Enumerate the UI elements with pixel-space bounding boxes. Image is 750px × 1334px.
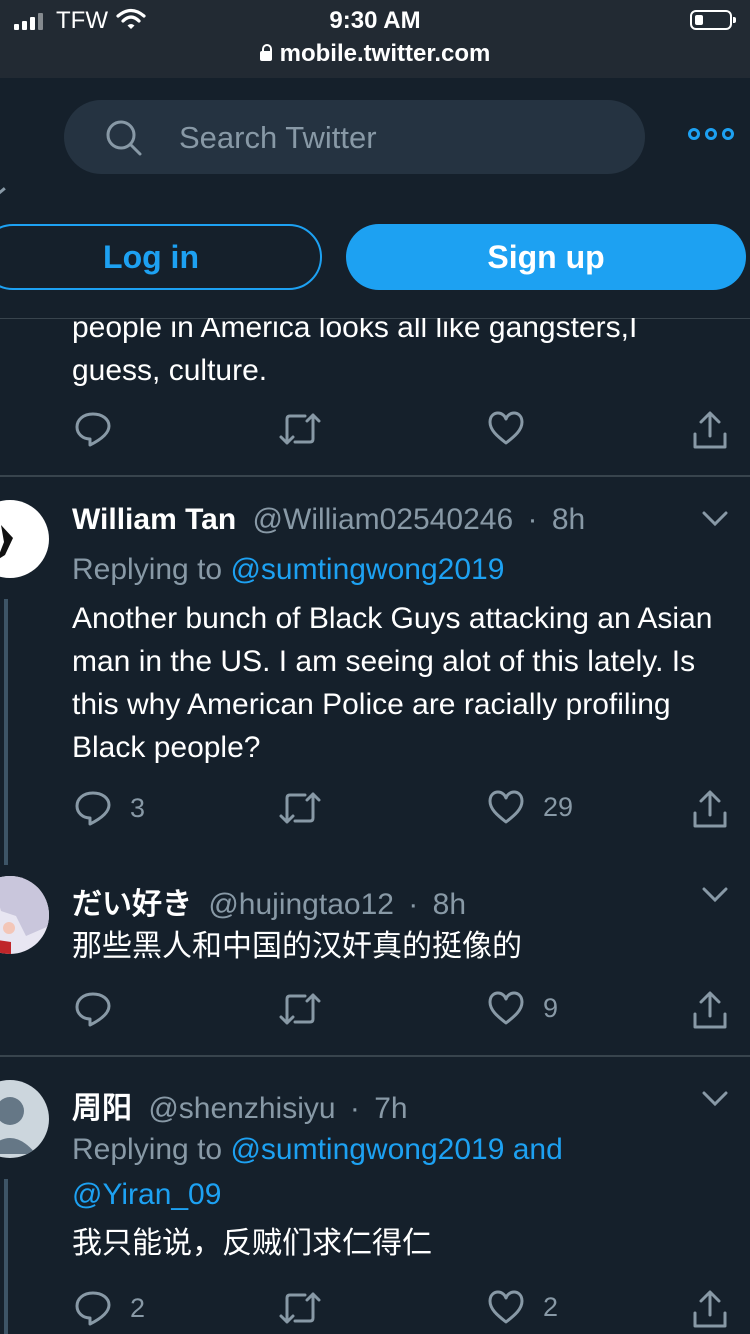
tweet-item[interactable]: William Tan @William02540246 · 8h Replyi… xyxy=(0,477,750,865)
heart-icon xyxy=(488,1290,524,1324)
share-button[interactable] xyxy=(692,990,728,1030)
chevron-down-icon[interactable] xyxy=(702,1091,728,1107)
url-text: mobile.twitter.com xyxy=(279,40,491,67)
reply-icon xyxy=(75,1291,111,1326)
back-arrow-icon[interactable] xyxy=(0,187,6,196)
retweet-button[interactable] xyxy=(278,990,340,1028)
user-handle[interactable]: @hujingtao12 xyxy=(208,888,394,921)
tweet-partial[interactable]: people in America looks all like gangste… xyxy=(0,318,750,476)
meta-separator: · xyxy=(408,888,419,921)
avatar[interactable] xyxy=(0,876,49,954)
tweet-text: 我只能说，反贼们求仁得仁 xyxy=(72,1227,432,1260)
mention-link[interactable]: @sumtingwong2019 xyxy=(230,553,504,586)
like-count: 29 xyxy=(543,791,574,822)
search-placeholder: Search Twitter xyxy=(179,120,377,155)
tweet-text: people in America looks all like gangste… xyxy=(72,318,638,387)
chevron-down-icon[interactable] xyxy=(702,887,728,903)
tweet-actions: 2 2 xyxy=(0,1289,750,1333)
lock-icon xyxy=(259,44,272,61)
retweet-icon xyxy=(279,1292,321,1324)
tweet-header: 周阳 @shenzhisiyu · 7h xyxy=(72,1083,408,1127)
tweet-actions: 3 29 xyxy=(0,789,750,833)
clock-time: 9:30 AM xyxy=(329,7,421,34)
meta-separator: · xyxy=(349,1092,360,1125)
avatar[interactable] xyxy=(0,1080,49,1158)
timestamp[interactable]: 8h xyxy=(433,888,466,921)
retweet-icon xyxy=(279,792,321,824)
like-button[interactable] xyxy=(487,410,525,446)
reply-count: 2 xyxy=(130,1292,146,1323)
signup-button[interactable]: Sign up xyxy=(346,224,746,290)
replying-to-label: Replying to xyxy=(72,1133,223,1166)
avatar[interactable] xyxy=(0,500,49,578)
display-name[interactable]: だい好き xyxy=(72,888,192,921)
reply-button[interactable] xyxy=(74,410,112,448)
share-icon xyxy=(693,991,727,1029)
like-count: 2 xyxy=(543,1291,559,1322)
retweet-button[interactable] xyxy=(278,789,340,827)
share-button[interactable] xyxy=(692,789,728,829)
reply-button[interactable]: 3 xyxy=(74,789,145,827)
share-icon xyxy=(693,790,727,828)
like-button[interactable]: 29 xyxy=(487,789,573,825)
timestamp[interactable]: 8h xyxy=(552,503,585,536)
reply-icon xyxy=(75,791,111,826)
tweet-item[interactable]: 周阳 @shenzhisiyu · 7h Replying to @sumtin… xyxy=(0,1057,750,1334)
like-count: 9 xyxy=(543,992,559,1023)
top-header: Search Twitter Log in Sign up xyxy=(0,78,750,319)
reply-button[interactable] xyxy=(74,990,130,1028)
tweet-header: William Tan @William02540246 · 8h xyxy=(72,503,585,537)
search-input[interactable]: Search Twitter xyxy=(64,100,645,174)
meta-separator: · xyxy=(527,503,538,536)
tweet-item[interactable]: だい好き @hujingtao12 · 8h 那些黑人和中国的汉奸真的挺像的 9 xyxy=(0,853,750,1055)
timestamp[interactable]: 7h xyxy=(374,1092,407,1125)
replying-to: Replying to @sumtingwong2019 and @Yiran_… xyxy=(72,1127,712,1217)
tweet-actions xyxy=(0,410,750,454)
retweet-button[interactable] xyxy=(278,1289,340,1327)
retweet-icon xyxy=(279,993,321,1025)
login-button[interactable]: Log in xyxy=(0,224,322,290)
user-handle[interactable]: @William02540246 xyxy=(253,503,514,536)
user-handle[interactable]: @shenzhisiyu xyxy=(148,1092,335,1125)
share-icon xyxy=(693,1290,727,1328)
replying-to-label: Replying to xyxy=(72,553,223,586)
reply-count: 3 xyxy=(130,792,146,823)
reply-button[interactable]: 2 xyxy=(74,1289,145,1327)
heart-icon xyxy=(488,411,524,445)
battery-icon xyxy=(690,10,736,30)
chevron-down-icon[interactable] xyxy=(702,511,728,527)
display-name[interactable]: 周阳 xyxy=(72,1092,132,1125)
retweet-button[interactable] xyxy=(278,410,322,448)
heart-icon xyxy=(488,991,524,1025)
display-name[interactable]: William Tan xyxy=(72,503,236,536)
more-options-icon[interactable] xyxy=(688,128,734,140)
status-bar: TFW 9:30 AM mobile.twitter.com xyxy=(0,0,750,78)
search-icon xyxy=(106,120,142,156)
reply-icon xyxy=(75,992,111,1027)
tweet-text: Another bunch of Black Guys attacking an… xyxy=(72,602,713,764)
share-button[interactable] xyxy=(692,410,728,450)
url-bar[interactable]: mobile.twitter.com xyxy=(0,40,750,68)
like-button[interactable]: 2 xyxy=(487,1289,558,1325)
tweet-actions: 9 xyxy=(0,990,750,1034)
reply-icon xyxy=(75,412,111,447)
like-button[interactable]: 9 xyxy=(487,990,558,1026)
share-icon xyxy=(693,411,727,449)
share-button[interactable] xyxy=(692,1289,728,1329)
retweet-icon xyxy=(279,413,321,445)
replying-to: Replying to @sumtingwong2019 xyxy=(72,547,504,592)
tweet-text: 那些黑人和中国的汉奸真的挺像的 xyxy=(72,930,522,963)
tweet-header: だい好き @hujingtao12 · 8h xyxy=(72,879,466,923)
heart-icon xyxy=(488,790,524,824)
